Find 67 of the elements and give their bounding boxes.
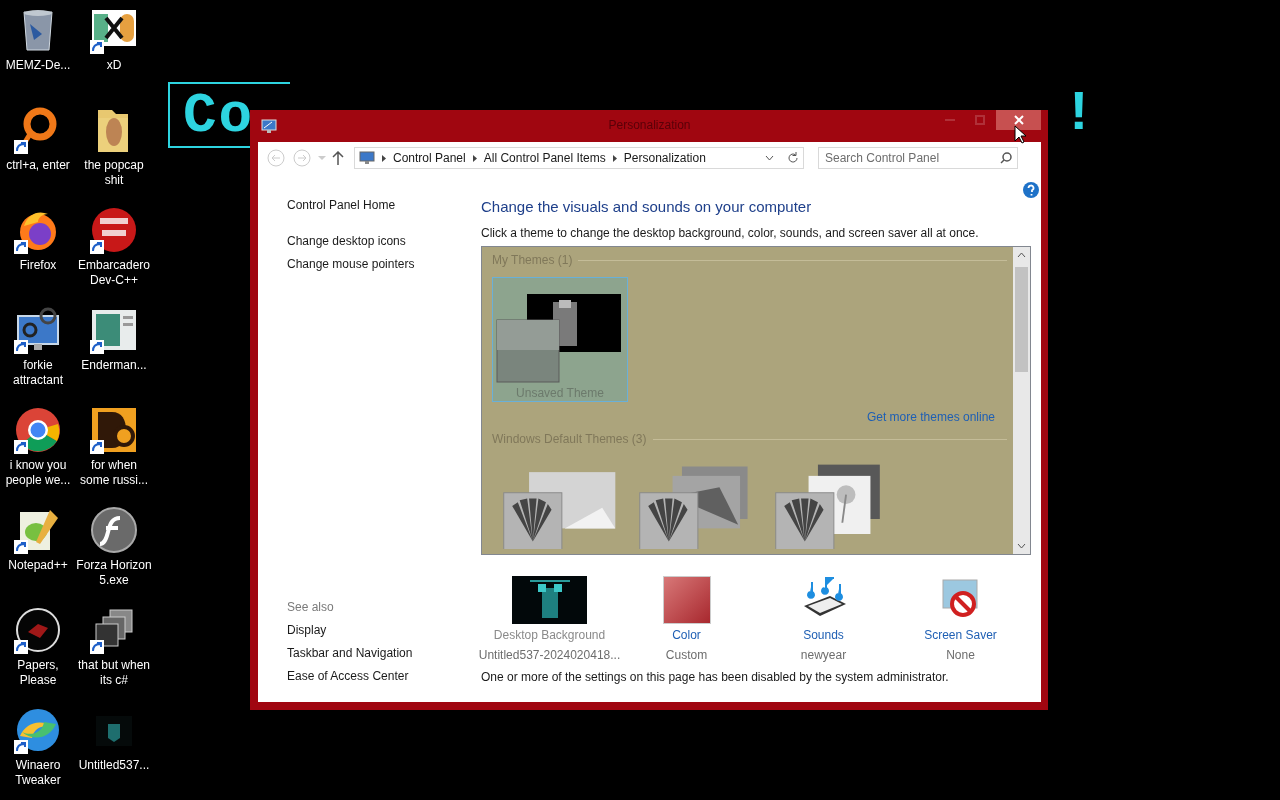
desktop-icon[interactable]: xD <box>76 6 152 106</box>
desktop-icon[interactable]: Notepad++ <box>0 506 76 606</box>
control-panel-icon <box>359 151 375 165</box>
setting-link[interactable]: Sounds <box>803 625 844 645</box>
scroll-up-icon[interactable] <box>1017 252 1026 258</box>
close-icon <box>1013 115 1024 125</box>
desktop-icon[interactable]: forkie attractant <box>0 306 76 406</box>
up-arrow-icon[interactable] <box>332 151 344 165</box>
sidebar-link[interactable]: Change mouse pointers <box>287 253 481 276</box>
desktop-icon[interactable]: for when some russi... <box>76 406 152 506</box>
breadcrumb[interactable]: Personalization <box>623 151 706 165</box>
desktop-icon[interactable]: Untitled537... <box>76 706 152 800</box>
chevron-icon <box>612 154 617 162</box>
disc-icon <box>90 206 138 254</box>
back-icon <box>267 149 285 167</box>
minimize-icon <box>945 119 955 121</box>
desktop-icon[interactable]: Papers, Please <box>0 606 76 706</box>
swirl-icon <box>14 706 62 754</box>
notice-text: One or more of the settings on this page has been disabled by the system administrator. <box>481 670 950 684</box>
caret-icon[interactable] <box>765 155 774 161</box>
setting-link[interactable]: Color <box>672 625 701 645</box>
setting-value: None <box>946 647 975 664</box>
desktop-icon[interactable]: Firefox <box>0 206 76 306</box>
scroll-down-icon[interactable] <box>1017 543 1026 549</box>
maximize-icon <box>975 115 985 125</box>
desktop-icon[interactable]: Forza Horizon 5.exe <box>76 506 152 606</box>
desktop-icon[interactable]: the popcap shit <box>76 106 152 206</box>
desktop-icon[interactable]: Embarcadero Dev-C++ <box>76 206 152 306</box>
sidebar-link[interactable]: Display <box>287 619 481 642</box>
desktop-icon[interactable]: MEMZ-De... <box>0 6 76 106</box>
square-icon <box>90 406 138 454</box>
color-swatch <box>662 576 711 624</box>
search-field[interactable]: Search Control Panel <box>818 147 1018 169</box>
breadcrumb[interactable]: Control Panel <box>393 151 466 165</box>
scroll-thumb[interactable] <box>1015 267 1028 372</box>
circle-icon <box>14 606 62 654</box>
breadcrumb[interactable]: All Control Panel Items <box>483 151 606 165</box>
desktop-icon[interactable]: Enderman... <box>76 306 152 406</box>
control-panel-icon <box>261 118 277 134</box>
setting-value: Custom <box>665 647 708 664</box>
refresh-icon[interactable] <box>787 152 799 164</box>
forward-icon <box>293 149 311 167</box>
address-bar[interactable]: Control Panel All Control Panel Items Personalization <box>354 147 804 169</box>
search-icon <box>1000 152 1012 164</box>
sphere-icon <box>90 506 138 554</box>
setting-link[interactable]: Screen Saver <box>924 625 997 645</box>
setting-value: Untitled537-2024020418... <box>478 647 621 664</box>
see-also-heading: See also <box>287 599 335 616</box>
setting-value: newyear <box>800 647 847 664</box>
chevron-icon <box>382 154 386 162</box>
banner-text: ! <box>1062 86 1098 142</box>
sidebar-link[interactable]: Change desktop icons <box>287 230 481 253</box>
close-button[interactable] <box>996 110 1041 130</box>
desktop-icon[interactable]: Winaero Tweaker <box>0 706 76 800</box>
banner-text: Co <box>183 88 255 144</box>
chevron-icon <box>472 154 477 162</box>
window-title: Personalization <box>608 118 691 132</box>
desktop-icon[interactable]: that but when its c# <box>76 606 152 706</box>
desktop-icon[interactable]: ctrl+a, enter <box>0 106 76 206</box>
desktop-icon[interactable]: i know you people we... <box>0 406 76 506</box>
page-heading: Change the visuals and sounds on your computer <box>481 198 813 215</box>
description-text: Click a theme to change the desktop background, color, sounds, and screen saver all at once. <box>481 226 980 240</box>
sidebar-link[interactable]: Ease of Access Center <box>287 665 481 688</box>
help-icon[interactable] <box>1023 182 1039 198</box>
wheel-icon <box>14 406 62 454</box>
scrollbar[interactable] <box>1013 247 1030 554</box>
sidebar-link[interactable]: Control Panel Home <box>287 194 481 217</box>
